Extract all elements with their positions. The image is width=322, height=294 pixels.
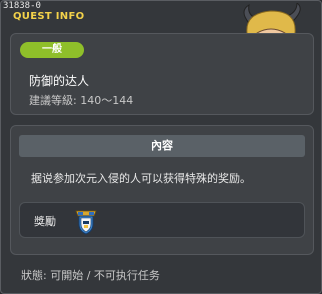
quest-info-window: 31838-0 QUEST INFO 一般 防御的达人 建議等級: 140～14… <box>0 0 322 294</box>
content-header: 內容 <box>19 135 305 157</box>
quest-id: 31838-0 <box>3 1 41 11</box>
quest-name: 防御的达人 <box>29 74 90 88</box>
quest-type-badge: 一般 <box>20 42 84 58</box>
reward-box: 獎勵 <box>19 202 305 238</box>
window-title: QUEST INFO <box>13 11 85 22</box>
content-description: 据说参加次元入侵的人可以获得特殊的奖励。 <box>31 172 251 185</box>
quest-level-range: 建議等級: 140～144 <box>29 94 134 107</box>
quest-info-panel: 一般 防御的达人 建議等級: 140～144 <box>10 33 314 115</box>
quest-status: 狀態: 可開始 / 不可执行任务 <box>21 269 160 282</box>
shield-medal-icon[interactable] <box>72 207 100 235</box>
reward-label: 獎勵 <box>34 215 56 228</box>
quest-content-panel: 內容 据说参加次元入侵的人可以获得特殊的奖励。 獎勵 <box>10 125 314 255</box>
